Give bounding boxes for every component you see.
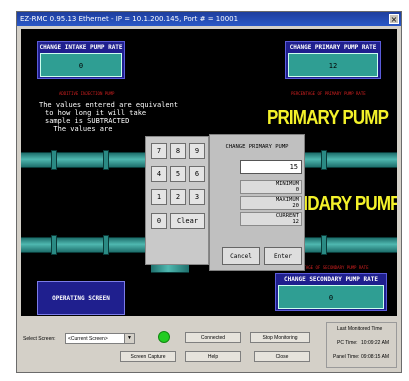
pipe-joint — [321, 150, 327, 170]
key-4[interactable]: 4 — [151, 166, 167, 182]
key-2[interactable]: 2 — [170, 189, 186, 205]
secondary-pump-panel[interactable]: CHANGE SECONDARY PUMP RATE 0 — [275, 273, 387, 311]
primary-pump-panel[interactable]: CHANGE PRIMARY PUMP RATE 12 — [285, 41, 381, 79]
pipe-joint — [51, 235, 57, 255]
current-box: CURRENT 12 — [240, 212, 302, 226]
window-title: EZ-RMC 0.95.13 Ethernet - IP = 10.1.200.… — [20, 15, 239, 23]
select-screen-dropdown[interactable]: <Current Screen> ▼ — [65, 333, 135, 344]
key-5[interactable]: 5 — [170, 166, 186, 182]
intake-pump-panel[interactable]: CHANGE INTAKE PUMP RATE 0 — [37, 41, 125, 79]
intake-pump-value: 0 — [40, 53, 122, 77]
pipe-joint — [321, 235, 327, 255]
primary-pump-label: CHANGE PRIMARY PUMP RATE — [289, 44, 377, 51]
primary-percent-note: PERCENTAGE OF PRIMARY PUMP RATE — [291, 91, 366, 96]
key-6[interactable]: 6 — [189, 166, 205, 182]
dialog-title: CHANGE PRIMARY PUMP — [225, 144, 289, 150]
select-screen-value: <Current Screen> — [68, 336, 108, 342]
info-line-3: sample is SUBTRACTED — [45, 117, 130, 125]
pc-time-value: 10:09:22 AM — [361, 340, 390, 346]
additive-note: ADDITIVE INJECTION PUMP — [59, 91, 115, 96]
key-3[interactable]: 3 — [189, 189, 205, 205]
operating-screen-button[interactable]: OPERATING SCREEN — [37, 281, 125, 315]
control-panel: Select Screen: <Current Screen> ▼ Connec… — [17, 318, 401, 372]
screen-capture-button[interactable]: Screen Capture — [120, 351, 176, 362]
chevron-down-icon[interactable]: ▼ — [124, 334, 134, 343]
close-icon[interactable]: × — [389, 14, 399, 24]
minimum-box: MINIMUM 0 — [240, 180, 302, 194]
key-8[interactable]: 8 — [170, 143, 186, 159]
app-window: EZ-RMC 0.95.13 Ethernet - IP = 10.1.200.… — [16, 11, 402, 373]
secondary-pump-label: CHANGE SECONDARY PUMP RATE — [284, 276, 378, 283]
hmi-screen: CHANGE INTAKE PUMP RATE 0 CHANGE PRIMARY… — [21, 29, 397, 316]
last-monitored-label: Last Monitored Time — [337, 326, 383, 332]
close-button[interactable]: Close — [254, 351, 310, 362]
clear-key[interactable]: Clear — [170, 213, 205, 229]
pipe-joint — [103, 235, 109, 255]
select-screen-label: Select Screen: — [23, 336, 56, 342]
connected-button[interactable]: Connected — [185, 332, 241, 343]
secondary-pump-value: 0 — [278, 285, 384, 309]
title-bar: EZ-RMC 0.95.13 Ethernet - IP = 10.1.200.… — [17, 12, 401, 26]
help-button[interactable]: Help — [185, 351, 241, 362]
panel-time-label: Panel Time: — [333, 354, 360, 360]
connection-status-icon — [158, 331, 170, 343]
panel-time-value: 09:08:15 AM — [361, 354, 390, 360]
key-9[interactable]: 9 — [189, 143, 205, 159]
monitor-time-group: Last Monitored Time PC Time: 10:09:22 AM… — [326, 322, 397, 368]
primary-pump-value: 12 — [288, 53, 378, 77]
key-0[interactable]: 0 — [151, 213, 167, 229]
info-line-1: The values entered are equivalent — [39, 101, 179, 109]
enter-button[interactable]: Enter — [264, 247, 302, 265]
cancel-button[interactable]: Cancel — [222, 247, 260, 265]
key-1[interactable]: 1 — [151, 189, 167, 205]
info-line-2: to how long it will take — [45, 109, 147, 117]
key-7[interactable]: 7 — [151, 143, 167, 159]
maximum-value: 20 — [292, 203, 299, 209]
change-primary-pump-dialog: CHANGE PRIMARY PUMP 15 MINIMUM 0 MAXIMUM… — [209, 134, 305, 271]
minimum-value: 0 — [295, 187, 299, 193]
primary-pump-title: PRIMARY PUMP — [267, 107, 389, 129]
pipe-joint — [51, 150, 57, 170]
info-line-4: The values are — [45, 125, 113, 133]
keypad: 7 8 9 4 5 6 1 2 3 0 Clear — [145, 136, 209, 265]
stop-monitoring-button[interactable]: Stop Monitoring — [250, 332, 310, 343]
current-value: 12 — [292, 219, 299, 225]
pc-time-label: PC Time: — [337, 340, 358, 346]
intake-pump-label: CHANGE INTAKE PUMP RATE — [39, 44, 123, 51]
value-input[interactable]: 15 — [240, 160, 302, 174]
maximum-box: MAXIMUM 20 — [240, 196, 302, 210]
pipe-joint — [103, 150, 109, 170]
